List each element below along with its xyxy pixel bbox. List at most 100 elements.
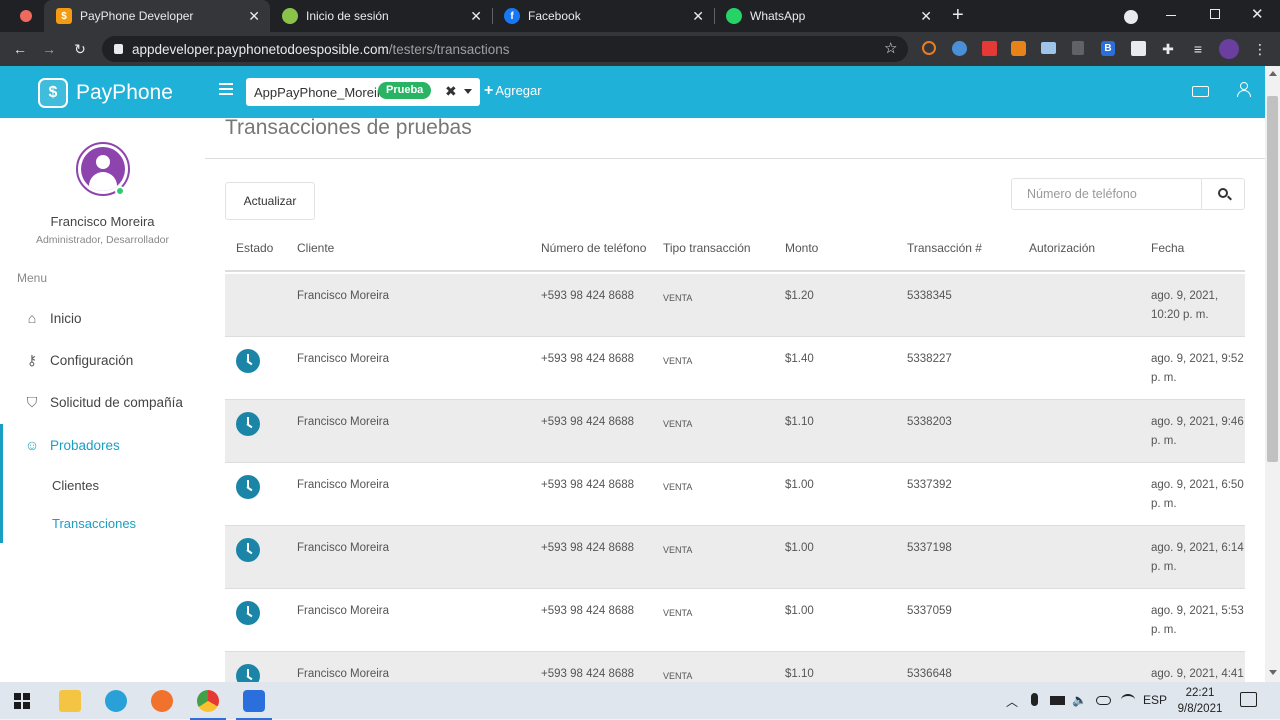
- cell-telefono: +593 98 424 8688: [541, 353, 635, 365]
- table-row[interactable]: Francisco Moreira +593 98 424 8688 VENTA $1…: [225, 589, 1245, 652]
- user-role: Administrador, Desarrollador: [35, 234, 170, 246]
- tab-search-icon[interactable]: [1124, 10, 1138, 24]
- table-row[interactable]: Francisco Moreira +593 98 424 8688 VENTA $1…: [225, 400, 1245, 463]
- volume-icon[interactable]: 🔈: [1072, 693, 1087, 707]
- telegram-icon[interactable]: [96, 686, 136, 716]
- user-icon[interactable]: [1237, 82, 1251, 98]
- add-label: Agregar: [495, 83, 542, 98]
- clock-time: 22:21: [1185, 687, 1215, 699]
- browser-menu-icon[interactable]: ⋮: [1251, 40, 1269, 58]
- forward-icon[interactable]: →: [40, 40, 58, 58]
- extension-headphones-icon[interactable]: [922, 41, 936, 55]
- app-selector[interactable]: AppPayPhone_Moreira Prueba ✖: [246, 78, 480, 106]
- page-scrollbar[interactable]: [1265, 66, 1280, 682]
- column-header[interactable]: Fecha: [1151, 241, 1184, 255]
- add-app-button[interactable]: + Agregar: [484, 82, 542, 100]
- windows-start-icon[interactable]: [14, 693, 30, 709]
- chevron-down-icon[interactable]: [464, 89, 472, 94]
- column-header[interactable]: Autorización: [1029, 241, 1095, 255]
- close-tab-icon[interactable]: ✕: [470, 8, 482, 25]
- chrome-icon[interactable]: [188, 686, 228, 720]
- window-menu-icon[interactable]: [20, 10, 32, 22]
- sidebar-item-probadores[interactable]: ☺ Probadores: [0, 424, 205, 466]
- close-tab-icon[interactable]: ✕: [692, 8, 704, 25]
- extension-shield-icon[interactable]: [1072, 41, 1084, 55]
- column-header[interactable]: Número de teléfono: [541, 241, 646, 255]
- column-header[interactable]: Monto: [785, 241, 818, 255]
- column-header[interactable]: Tipo transacción: [663, 241, 751, 255]
- id-card-icon[interactable]: [1192, 86, 1209, 97]
- onedrive-icon[interactable]: [1096, 696, 1111, 705]
- profile-avatar[interactable]: [1219, 39, 1239, 59]
- search-button[interactable]: [1201, 178, 1245, 210]
- column-header[interactable]: Transacción #: [907, 241, 982, 255]
- extension-circle-icon[interactable]: [952, 41, 967, 56]
- minimize-icon[interactable]: [1166, 15, 1176, 16]
- extension-red-icon[interactable]: [982, 41, 997, 56]
- extension-camera-icon[interactable]: [1131, 41, 1146, 56]
- table-row[interactable]: Francisco Moreira +593 98 424 8688 VENTA $1…: [225, 526, 1245, 589]
- extension-b-icon[interactable]: B: [1101, 41, 1115, 56]
- payphone-favicon-icon: $: [56, 8, 72, 24]
- cell-cliente: Francisco Moreira: [297, 542, 390, 554]
- close-tab-icon[interactable]: ✕: [920, 8, 932, 25]
- file-explorer-icon[interactable]: [50, 686, 90, 716]
- back-icon[interactable]: ←: [11, 40, 29, 58]
- close-window-icon[interactable]: ✕: [1251, 5, 1264, 23]
- scroll-down-icon[interactable]: [1269, 670, 1277, 675]
- cell-monto: $1.20: [785, 290, 814, 302]
- table-row[interactable]: Francisco Moreira +593 98 424 8688 VENTA $1…: [225, 274, 1245, 337]
- wifi-icon[interactable]: [1121, 694, 1135, 706]
- microphone-icon[interactable]: [1031, 693, 1038, 706]
- lock-icon: [114, 44, 123, 54]
- battery-icon[interactable]: [1050, 696, 1065, 705]
- sidebar-item-solicitud[interactable]: ⛉ Solicitud de compañía: [0, 381, 205, 423]
- column-header[interactable]: Estado: [236, 241, 273, 255]
- table-row[interactable]: Francisco Moreira +593 98 424 8688 VENTA $1…: [225, 463, 1245, 526]
- scroll-thumb[interactable]: [1267, 96, 1278, 462]
- extension-card-icon[interactable]: [1041, 42, 1056, 54]
- extension-fox-icon[interactable]: [1011, 41, 1026, 56]
- table-row[interactable]: Francisco Moreira +593 98 424 8688 VENTA $1…: [225, 652, 1245, 682]
- sidebar-item-configuracion[interactable]: ⚷ Configuración: [0, 339, 205, 381]
- tab-whatsapp[interactable]: WhatsApp ✕: [714, 0, 942, 32]
- notifications-icon[interactable]: [1240, 692, 1257, 707]
- extensions-puzzle-icon[interactable]: ✚: [1159, 40, 1177, 58]
- reload-icon[interactable]: ↻: [71, 40, 89, 58]
- home-icon: ⌂: [27, 310, 37, 326]
- refresh-button[interactable]: Actualizar: [225, 182, 315, 220]
- sidebar-subitem-transacciones[interactable]: Transacciones: [52, 516, 136, 531]
- restore-icon[interactable]: [1210, 9, 1220, 19]
- column-header[interactable]: Cliente: [297, 241, 334, 255]
- hamburger-menu-icon[interactable]: [219, 83, 233, 95]
- tab-facebook[interactable]: f Facebook ✕: [492, 0, 715, 32]
- tab-payphone-developer[interactable]: $ PayPhone Developer ✕: [44, 0, 270, 32]
- sidebar-item-inicio[interactable]: ⌂ Inicio: [0, 297, 205, 339]
- sidebar-subitem-clientes[interactable]: Clientes: [52, 478, 99, 493]
- tab-inicio-sesion[interactable]: Inicio de sesión ✕: [270, 0, 493, 32]
- reading-list-icon[interactable]: ≡: [1189, 40, 1207, 58]
- menu-heading: Menu: [17, 271, 48, 285]
- taskbar-clock[interactable]: 22:21 9/8/2021: [1176, 685, 1224, 717]
- clear-selection-icon[interactable]: ✖: [445, 83, 457, 100]
- phone-search-input[interactable]: [1011, 178, 1201, 210]
- payphone-logo[interactable]: $ PayPhone: [38, 78, 173, 108]
- cell-transaccion: 5337198: [907, 542, 952, 554]
- cell-telefono: +593 98 424 8688: [541, 668, 635, 680]
- cell-transaccion: 5336648: [907, 668, 952, 680]
- show-hidden-icons-icon[interactable]: ︿: [1006, 693, 1018, 710]
- cell-monto: $1.00: [785, 542, 814, 554]
- bookmark-star-icon[interactable]: ☆: [884, 39, 897, 57]
- pending-clock-icon: [236, 412, 260, 436]
- scroll-up-icon[interactable]: [1269, 71, 1277, 76]
- language-indicator[interactable]: ESP: [1143, 693, 1167, 707]
- new-tab-icon[interactable]: +: [952, 4, 964, 27]
- firefox-icon[interactable]: [142, 686, 182, 716]
- address-bar[interactable]: appdeveloper.payphonetodoesposible.com/t…: [102, 36, 908, 62]
- close-tab-icon[interactable]: ✕: [248, 8, 260, 25]
- browser-toolbar: ← → ↻ appdeveloper.payphonetodoesposible…: [0, 32, 1280, 66]
- table-row[interactable]: Francisco Moreira +593 98 424 8688 VENTA $1…: [225, 337, 1245, 400]
- word-app-icon[interactable]: [234, 686, 274, 720]
- users-icon: ☺: [24, 437, 40, 453]
- url-host: appdeveloper.payphonetodoesposible.com: [132, 42, 389, 57]
